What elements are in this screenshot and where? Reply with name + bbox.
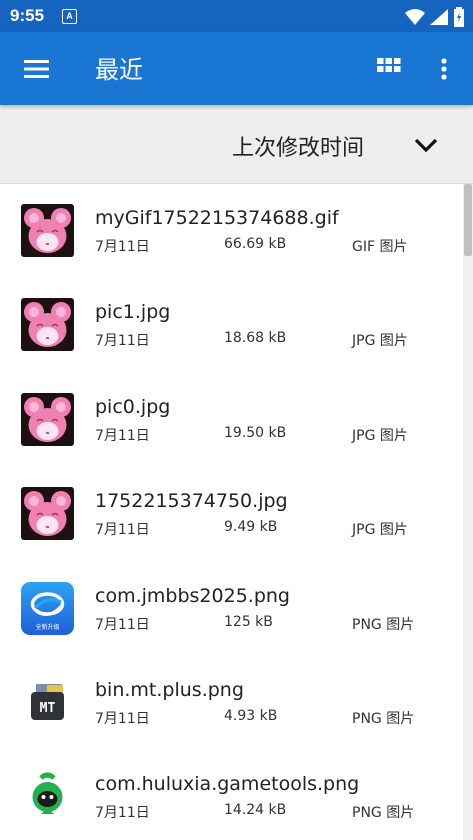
file-type: PNG 图片 (352, 617, 415, 633)
file-size: 125 kB (224, 614, 273, 630)
jmbbs-app-thumbnail-icon: 全新升级 (21, 582, 74, 635)
pink-mouse-thumbnail-icon (21, 393, 74, 446)
file-size: 18.68 kB (224, 330, 287, 346)
file-name: 1752215374750.jpg (95, 490, 288, 512)
thumb-caption: MT (40, 701, 56, 716)
list-item[interactable]: MT bin.mt.plus.png 7月11日 4.93 kB PNG 图片 (0, 656, 463, 750)
file-name: com.jmbbs2025.png (95, 585, 290, 607)
file-type: JPG 图片 (352, 333, 408, 349)
file-name: myGif1752215374688.gif (95, 207, 339, 229)
status-bar: 9:55 A (0, 0, 473, 32)
status-icons (404, 6, 465, 27)
file-date: 7月11日 (95, 805, 150, 821)
file-name: com.huluxia.gametools.png (95, 773, 360, 795)
file-name: bin.mt.plus.png (95, 679, 244, 701)
page-title: 最近 (95, 56, 143, 84)
pink-mouse-thumbnail-icon (21, 487, 74, 540)
file-size: 66.69 kB (224, 236, 287, 252)
file-date: 7月11日 (95, 522, 150, 538)
chevron-down-icon[interactable] (412, 135, 440, 155)
file-date: 7月11日 (95, 333, 150, 349)
file-type: JPG 图片 (352, 522, 408, 538)
file-list: myGif1752215374688.gif 7月11日 66.69 kB GI… (0, 184, 473, 840)
thumb-caption: 全新升级 (35, 623, 59, 631)
list-item[interactable]: pic1.jpg 7月11日 18.68 kB JPG 图片 (0, 278, 463, 372)
list-item[interactable]: myGif1752215374688.gif 7月11日 66.69 kB GI… (0, 184, 463, 278)
scrollbar[interactable] (463, 184, 473, 840)
file-date: 7月11日 (95, 617, 150, 633)
file-size: 4.93 kB (224, 708, 278, 724)
wifi-icon (404, 8, 425, 25)
file-size: 19.50 kB (224, 425, 287, 441)
status-time: 9:55 (10, 6, 45, 25)
file-name: pic0.jpg (95, 396, 171, 418)
pink-mouse-thumbnail-icon (21, 298, 74, 351)
battery-icon (454, 6, 464, 27)
file-date: 7月11日 (95, 711, 150, 727)
notification-a-icon: A (62, 9, 77, 24)
file-name: pic1.jpg (95, 301, 171, 323)
file-type: GIF 图片 (352, 239, 408, 255)
list-item[interactable]: com.huluxia.gametools.png 7月11日 14.24 kB… (0, 750, 463, 840)
file-date: 7月11日 (95, 239, 150, 255)
sort-label: 上次修改时间 (232, 136, 365, 161)
list-item[interactable]: 1752215374750.jpg 7月11日 9.49 kB JPG 图片 (0, 467, 463, 561)
list-item[interactable]: 全新升级 com.jmbbs2025.png 7月11日 125 kB PNG … (0, 562, 463, 656)
hamburger-menu-icon[interactable] (22, 54, 52, 84)
file-size: 9.49 kB (224, 519, 278, 535)
pink-mouse-thumbnail-icon (21, 204, 74, 257)
file-type: JPG 图片 (352, 428, 408, 444)
sort-bar[interactable]: 上次修改时间 (0, 105, 473, 184)
mt-manager-app-thumbnail-icon: MT (21, 676, 74, 729)
file-date: 7月11日 (95, 428, 150, 444)
grid-view-icon[interactable] (376, 56, 402, 80)
list-item[interactable]: pic0.jpg 7月11日 19.50 kB JPG 图片 (0, 373, 463, 467)
file-type: PNG 图片 (352, 805, 415, 821)
huluxia-app-thumbnail-icon (21, 770, 74, 823)
signal-icon (429, 8, 448, 25)
app-bar: 最近 (0, 32, 473, 105)
file-size: 14.24 kB (224, 802, 287, 818)
more-vert-icon[interactable] (434, 54, 454, 84)
scrollbar-thumb[interactable] (464, 184, 472, 256)
file-type: PNG 图片 (352, 711, 415, 727)
